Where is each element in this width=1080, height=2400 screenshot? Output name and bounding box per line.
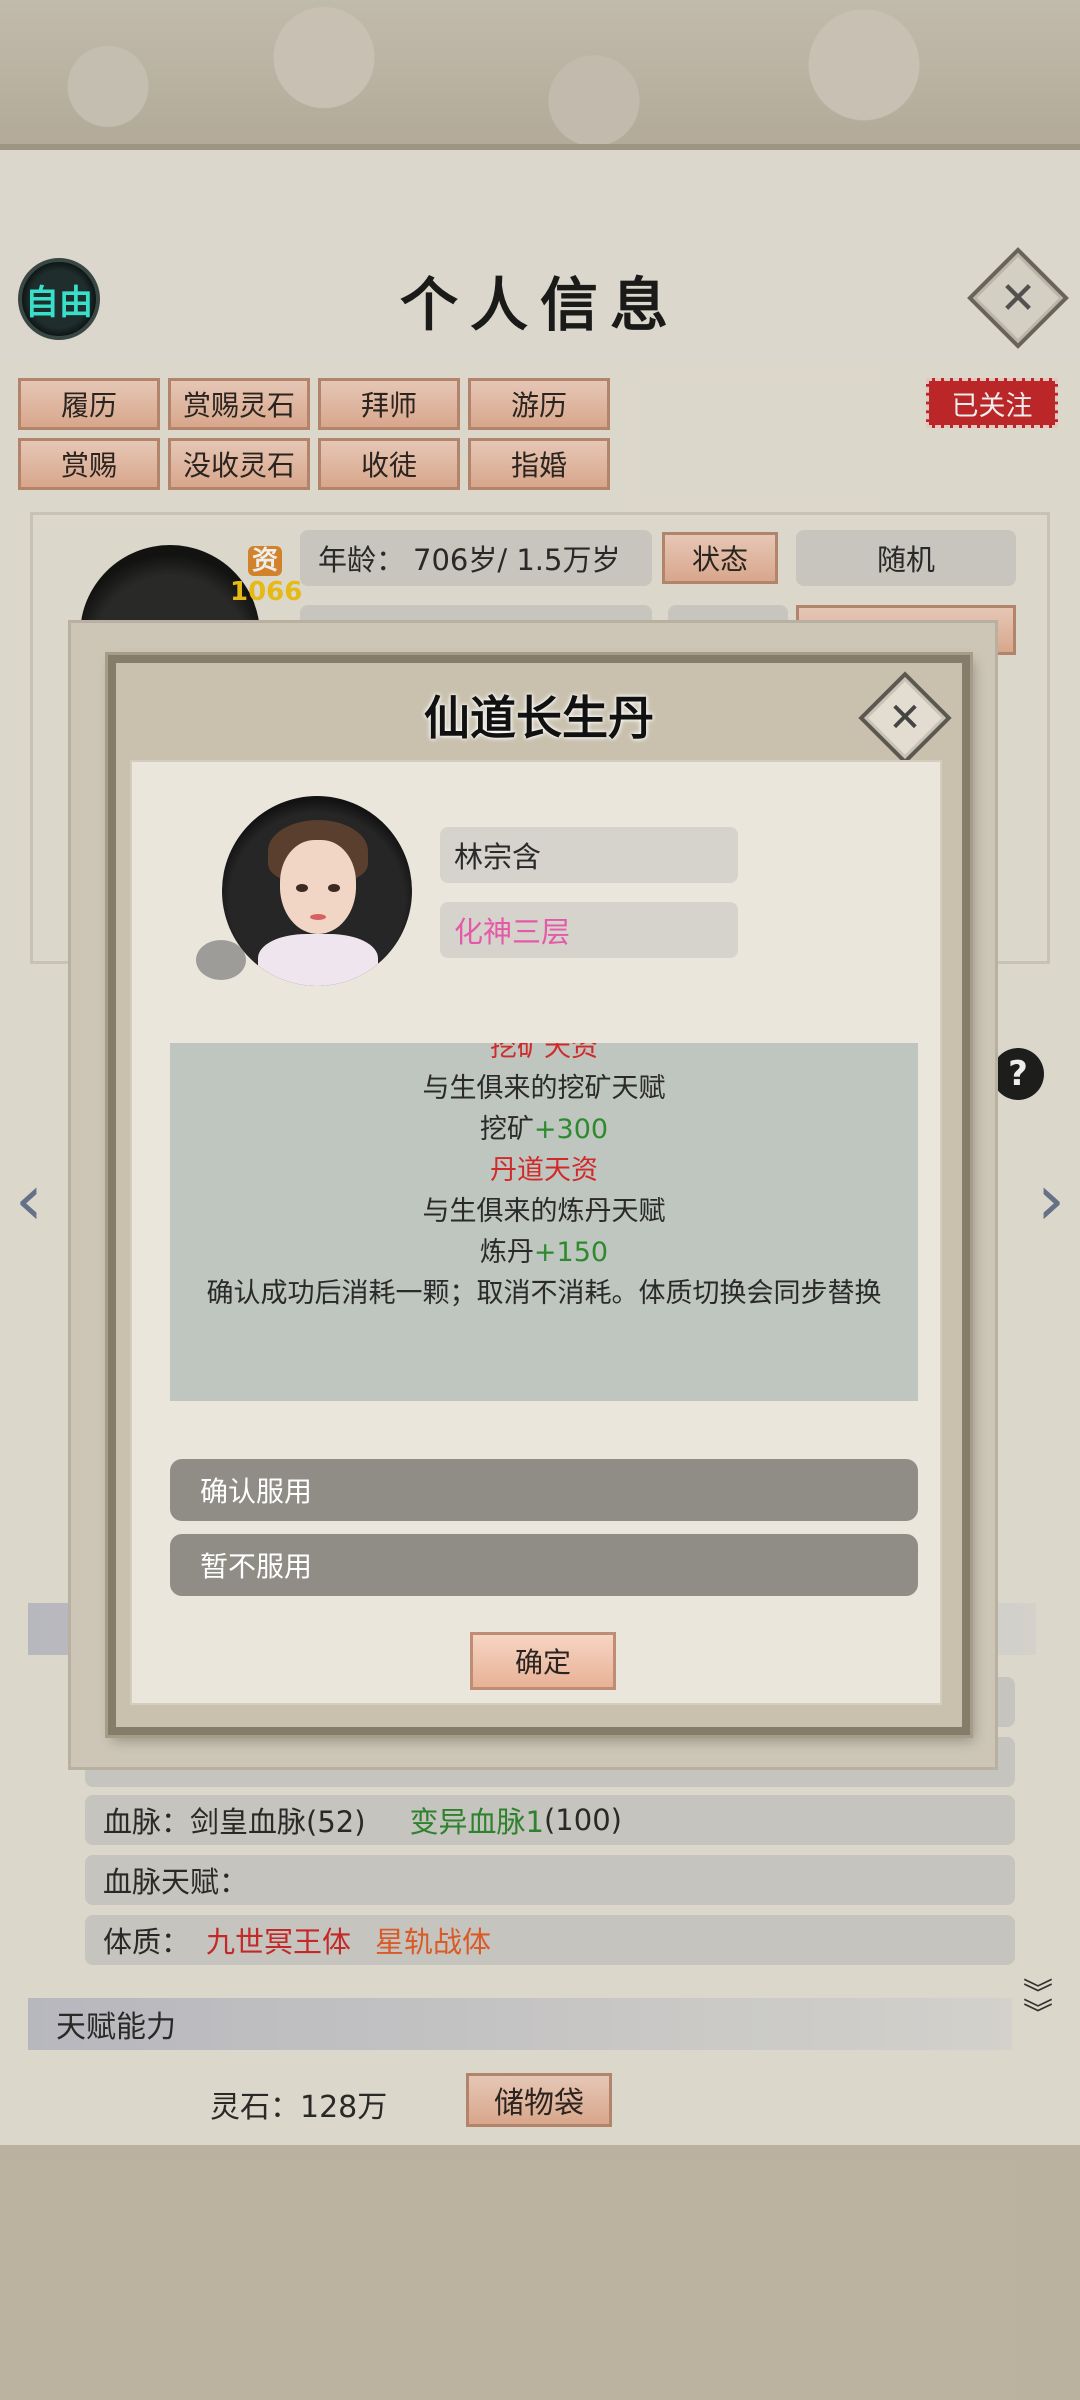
ok-button[interactable]: 确定	[470, 1632, 616, 1690]
modal-title: 仙道长生丹	[424, 691, 654, 745]
description-line: 炼丹+150	[479, 1237, 609, 1268]
ink-splash-decoration	[196, 940, 246, 980]
description-line: 与生俱来的炼丹天赋	[422, 1196, 666, 1227]
description-line: 挖矿+300	[479, 1114, 609, 1145]
description-line: 丹道天资	[490, 1155, 598, 1186]
confirm-take-option[interactable]: 确认服用	[170, 1459, 918, 1521]
description-line: 挖矿天资	[490, 1043, 598, 1063]
close-icon: ✕	[888, 695, 922, 741]
decline-take-option[interactable]: 暂不服用	[170, 1534, 918, 1596]
description-line: 与生俱来的挖矿天赋	[422, 1073, 666, 1104]
character-name-field: 林宗含	[440, 827, 738, 883]
character-portrait	[222, 796, 412, 986]
character-realm-field: 化神三层	[440, 902, 738, 958]
description-line: 确认成功后消耗一颗；取消不消耗。体质切换会同步替换	[206, 1278, 882, 1309]
pill-description[interactable]: 挖矿天资 与生俱来的挖矿天赋 挖矿+300 丹道天资 与生俱来的炼丹天赋 炼丹+…	[170, 1043, 918, 1401]
